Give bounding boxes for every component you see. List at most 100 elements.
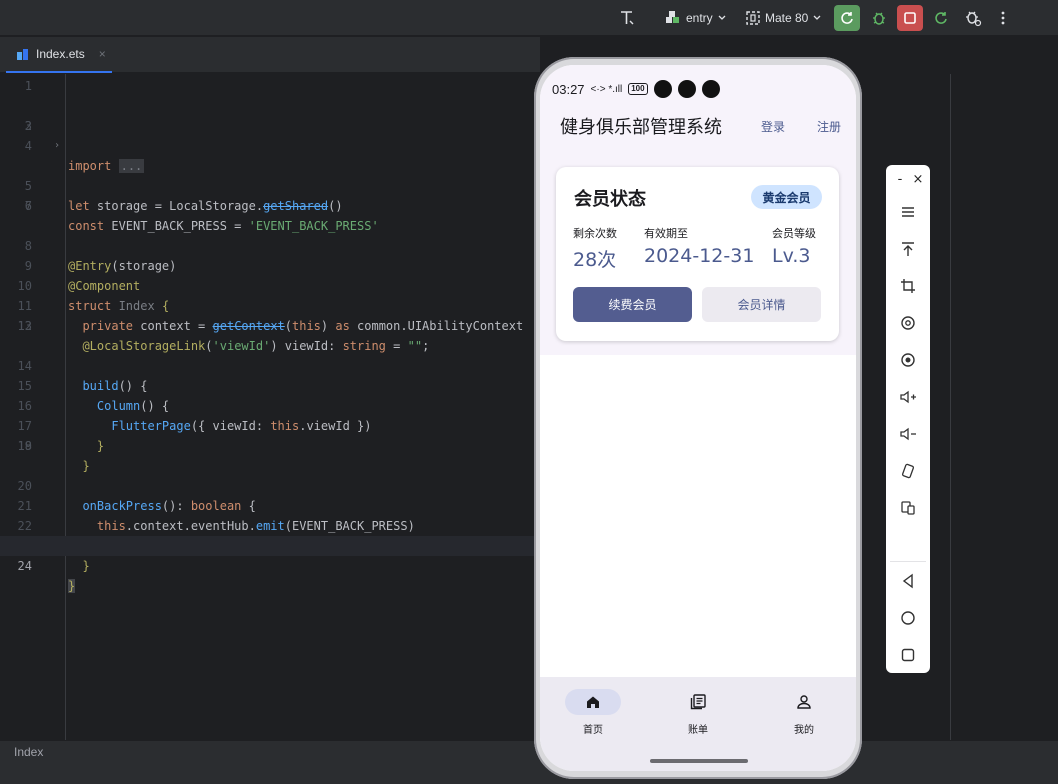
bug-settings-icon	[966, 11, 982, 27]
home-button[interactable]	[893, 604, 923, 632]
volume-up-button[interactable]	[893, 383, 923, 411]
tab-index-ets[interactable]: Index.ets ×	[6, 37, 112, 73]
nav-label: 我的	[794, 725, 814, 736]
code-line: 20 onBackPress(): boolean {	[0, 456, 540, 513]
clock: 03:27	[552, 81, 585, 97]
back-button[interactable]	[893, 567, 923, 595]
pin-top-icon	[902, 242, 914, 256]
phone-status-bar: 03:27 <·> *.ıll 100	[552, 79, 720, 99]
module-icon	[666, 11, 679, 23]
run-config-selector[interactable]: entry	[664, 5, 727, 31]
tab-label: Index.ets	[36, 47, 85, 61]
device-selector[interactable]: Mate 80	[745, 5, 822, 31]
crop-icon	[901, 279, 915, 293]
card-title: 会员状态	[574, 189, 646, 210]
breadcrumb[interactable]: Index	[14, 745, 43, 759]
code-line: 21 this.context.eventHub.emit(EVENT_BACK…	[0, 476, 540, 533]
line-number: 4	[24, 139, 32, 153]
debug-button[interactable]	[866, 5, 892, 31]
code-line: 11 private context = getContext(this) as…	[0, 276, 540, 333]
code-editor[interactable]: 1 2 › import ... 3 4 5 let storage = Loc…	[0, 74, 540, 740]
ide-toolbar: entry Mate 80	[0, 0, 1058, 36]
code-line: 5 let storage = LocalStorage.getShared()	[0, 156, 540, 213]
run-config-label: entry	[686, 11, 713, 25]
home-indicator[interactable]	[650, 759, 748, 763]
stop-button[interactable]	[897, 5, 923, 31]
rotate-icon	[901, 316, 915, 330]
code-token: }	[68, 559, 90, 573]
bottom-strip	[0, 764, 1058, 784]
bill-icon	[690, 694, 706, 710]
code-line: 23 }	[0, 516, 540, 573]
stat-value-expiry: 2024-12-31	[644, 245, 755, 267]
nav-item-home[interactable]: 首页	[558, 689, 628, 739]
device-label: Mate 80	[765, 11, 809, 25]
close-tab-icon[interactable]: ×	[99, 47, 106, 61]
code-line: 2 › import ...	[0, 96, 540, 173]
screenshot-button[interactable]	[893, 272, 923, 300]
code-line: 18 }	[0, 416, 540, 473]
signal-icon: <·> *.ıll	[590, 83, 623, 95]
nav-item-profile[interactable]: 我的	[769, 689, 839, 739]
rotate-button[interactable]	[893, 309, 923, 337]
code-line: 3	[0, 116, 540, 136]
code-line: 4	[0, 136, 540, 156]
back-triangle-icon	[902, 573, 913, 589]
renew-button[interactable]: 续费会员	[573, 287, 692, 322]
menu-button[interactable]	[893, 198, 923, 226]
multi-device-icon	[901, 501, 915, 515]
register-link[interactable]: 注册	[817, 118, 841, 135]
rotate-device-button[interactable]	[893, 457, 923, 485]
emulator-side-panel: - ×	[886, 165, 930, 673]
minimize-button[interactable]: -	[890, 169, 910, 189]
attach-debugger-button[interactable]	[960, 5, 986, 31]
run-button[interactable]	[834, 5, 860, 31]
device-icon	[746, 11, 760, 25]
details-button[interactable]: 会员详情	[702, 287, 821, 322]
location-button[interactable]	[893, 346, 923, 374]
apply-changes-button[interactable]	[928, 5, 954, 31]
bug-icon	[873, 12, 885, 25]
home-icon	[587, 696, 599, 708]
hamburger-icon	[902, 207, 914, 217]
code-token: }	[68, 579, 76, 593]
code-line: 9 @Component	[0, 236, 540, 293]
line-number: 3	[24, 119, 32, 133]
code-line: 12 @LocalStorageLink('viewId') viewId: s…	[0, 296, 540, 353]
more-options-button[interactable]	[990, 5, 1016, 31]
nav-pill-active	[565, 689, 621, 715]
line-number: 24	[17, 559, 32, 573]
nav-label: 首页	[583, 725, 603, 736]
code-line: 16 FlutterPage({ viewId: this.viewId })	[0, 376, 540, 433]
code-line: 19	[0, 436, 540, 456]
recents-button[interactable]	[893, 641, 923, 669]
kebab-icon	[1001, 11, 1005, 25]
code-line: 17 }	[0, 396, 540, 453]
membership-card: 会员状态 黄金会员 剩余次数 有效期至 会员等级 28次 2024-12-31 …	[556, 167, 839, 341]
ets-file-icon	[17, 49, 28, 60]
status-badge: 黄金会员	[751, 185, 822, 209]
stat-value-remaining: 28次	[573, 249, 617, 271]
code-line: 15 Column() {	[0, 356, 540, 413]
line-number: 19	[17, 439, 32, 453]
pin-top-button[interactable]	[893, 235, 923, 263]
notification-icon	[653, 80, 672, 98]
nav-label: 账单	[688, 725, 708, 736]
battery-icon: 100	[628, 83, 648, 95]
volume-up-icon	[900, 390, 916, 404]
close-button[interactable]: ×	[908, 169, 928, 189]
stat-label-remaining: 剩余次数	[573, 227, 617, 240]
text-tool-icon[interactable]	[614, 5, 640, 31]
nav-item-bills[interactable]: 账单	[663, 689, 733, 739]
status-bar: Index	[0, 740, 1058, 764]
code-line: 22 return true	[0, 496, 540, 553]
code-line: 7	[0, 196, 540, 216]
login-link[interactable]: 登录	[761, 118, 785, 135]
stat-value-level: Lv.3	[772, 245, 811, 267]
bottom-nav: 首页 账单 我的	[540, 677, 856, 771]
volume-down-button[interactable]	[893, 420, 923, 448]
nav-pill	[670, 689, 726, 715]
phone-screen[interactable]: 03:27 <·> *.ıll 100 健身俱乐部管理系统 登录 注册 会员状态…	[540, 65, 856, 771]
fold-button[interactable]	[893, 494, 923, 522]
volume-down-icon	[900, 427, 916, 441]
